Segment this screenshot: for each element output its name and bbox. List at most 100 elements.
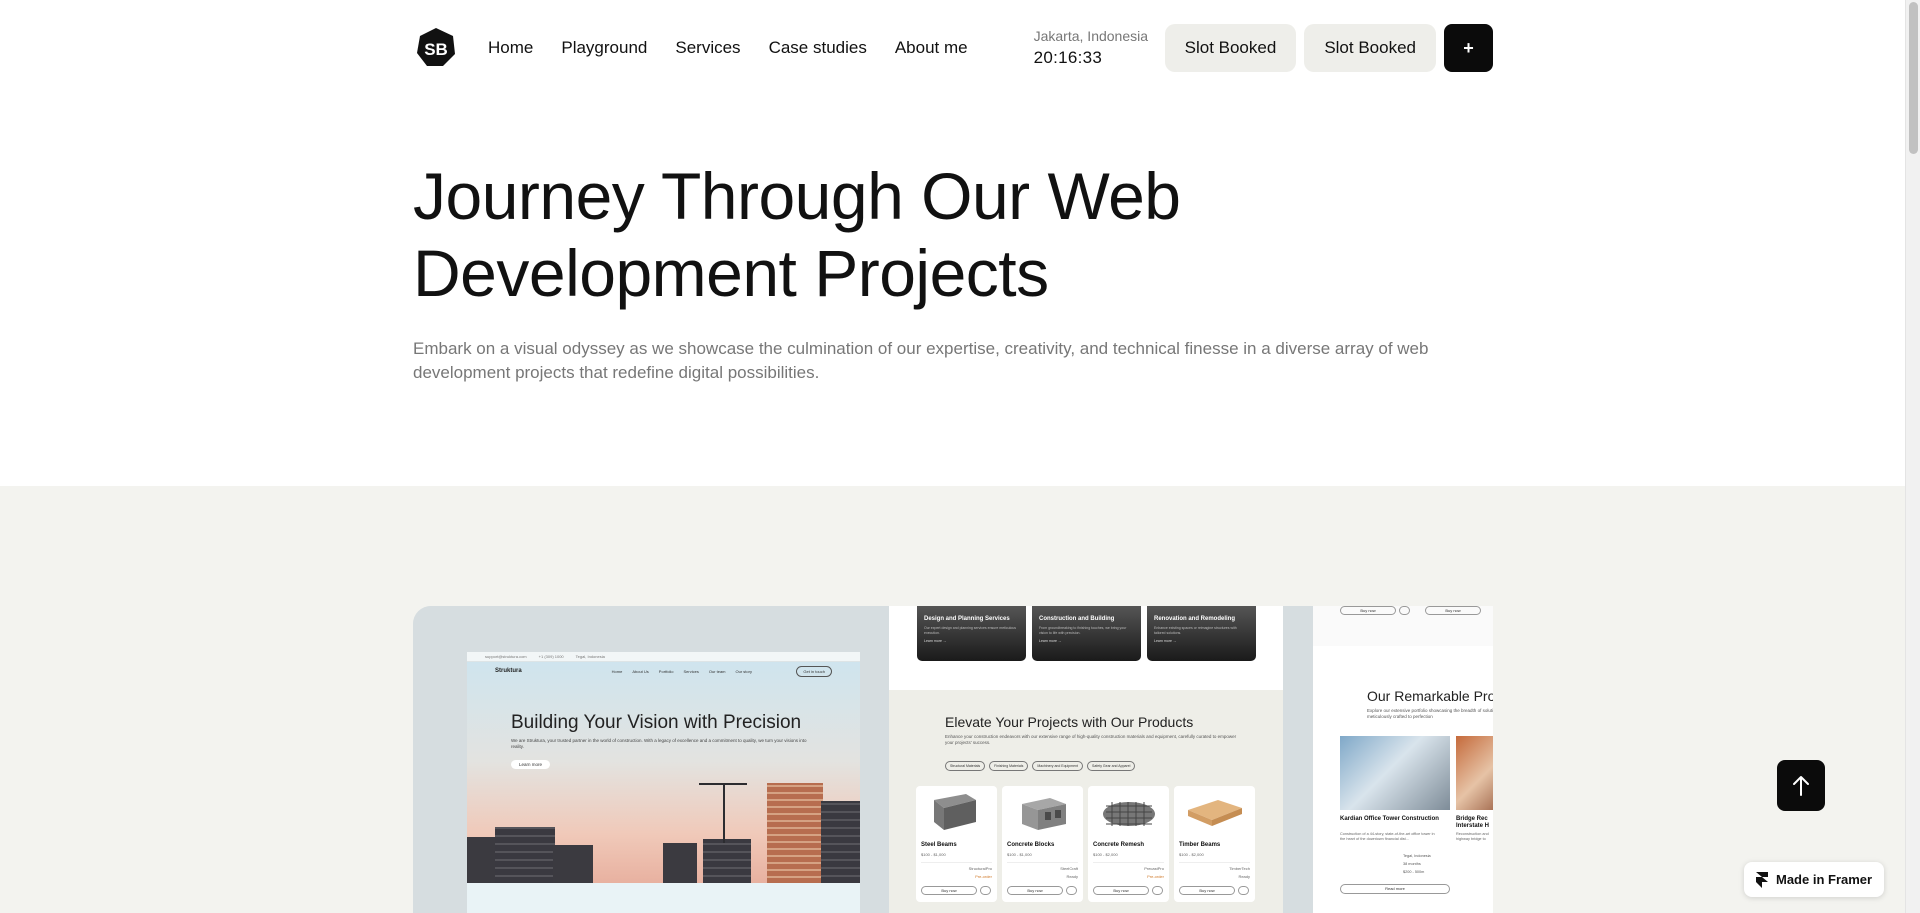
buy-now-button: Buy now	[1093, 886, 1149, 895]
site-preview: support@struktura.com +1 (309) 1000 Tega…	[467, 652, 860, 913]
buy-now-button: Buy now	[1425, 606, 1481, 615]
crane-illustration	[723, 783, 725, 843]
preview-category-chips: Structural Materials Finishing Materials…	[945, 761, 1136, 771]
preview-nav-link: Services	[683, 668, 699, 674]
project-card-struktura-home[interactable]: support@struktura.com +1 (309) 1000 Tega…	[413, 606, 889, 913]
product-card: Concrete Remesh $100 - $2,000 PrecastPro…	[1088, 786, 1169, 902]
crane-illustration	[699, 783, 747, 785]
nav-links: Home Playground Services Case studies Ab…	[488, 38, 996, 58]
product-brand: TimberTech	[1229, 866, 1250, 871]
service-card: Construction and Building From groundbre…	[1032, 606, 1141, 661]
building-illustration	[767, 783, 823, 883]
logo-icon[interactable]: SB	[415, 26, 457, 68]
product-card: Concrete Blocks $100 - $1,000 SteelCraft…	[1002, 786, 1083, 902]
card-gap	[1283, 606, 1313, 913]
clock-location: Jakarta, Indonesia	[1033, 28, 1149, 44]
preview-nav-link: Our story	[735, 668, 752, 674]
project-carousel[interactable]: support@struktura.com +1 (309) 1000 Tega…	[413, 606, 1493, 913]
project-name: Kardian Office Tower Construction	[1340, 816, 1439, 822]
preview-text: We are Struktura, your trusted partner i…	[511, 738, 807, 749]
product-card: Timber Beams $100 - $2,000 TimberTech Re…	[1174, 786, 1255, 902]
preview-portfolio-subtitle: Explore our extensive portfolio showcasi…	[1367, 708, 1493, 719]
product-name: Steel Beams	[921, 842, 957, 848]
concrete-remesh-icon	[1103, 802, 1155, 826]
project-desc: Reconstruction and highway bridge to	[1456, 832, 1489, 841]
product-status: Pre-order	[1147, 874, 1164, 879]
divider	[1093, 862, 1164, 863]
product-brand: SteelCraft	[1060, 866, 1078, 871]
scrollbar-thumb[interactable]	[1909, 2, 1918, 154]
building-illustration	[821, 801, 860, 883]
project-name: Bridge Rec Interstate H	[1456, 816, 1490, 829]
preview-product-grid: Steel Beams $100 - $1,000 StructuralPro …	[916, 786, 1255, 902]
preview-heading: Building Your Vision with Precision	[511, 712, 802, 733]
category-chip: Machinery and Equipment	[1032, 761, 1084, 771]
nav-link-services[interactable]: Services	[675, 38, 740, 58]
office-tower-image	[1340, 736, 1450, 810]
service-desc: Our expert design and planning services …	[924, 626, 1017, 635]
bridge-image	[1456, 736, 1493, 810]
divider	[1007, 862, 1078, 863]
preview-brand: Struktura	[495, 668, 522, 674]
plus-button[interactable]: +	[1444, 24, 1493, 72]
product-price: $100 - $2,000	[1179, 852, 1204, 857]
cart-icon	[1399, 606, 1410, 615]
preview-hero: Struktura Home About Us Portfolio Servic…	[467, 662, 860, 883]
made-in-framer-badge[interactable]: Made in Framer	[1744, 862, 1884, 897]
project-showcase: support@struktura.com +1 (309) 1000 Tega…	[0, 486, 1905, 913]
nav-link-case-studies[interactable]: Case studies	[769, 38, 867, 58]
preview-button: Learn more	[511, 760, 551, 769]
nav-link-playground[interactable]: Playground	[561, 38, 647, 58]
nav-buttons: Slot Booked Slot Booked +	[1164, 24, 1493, 72]
read-more-button: Read more	[1340, 884, 1450, 894]
buy-now-button: Buy now	[921, 886, 977, 895]
project-location: Tegal, Indonesia	[1403, 854, 1431, 858]
nav-link-about-me[interactable]: About me	[895, 38, 968, 58]
preview-topbar-email: support@struktura.com	[485, 654, 527, 659]
service-link: Learn more →	[924, 639, 947, 643]
cart-icon	[1238, 886, 1249, 895]
top-nav: SB Home Playground Services Case studies…	[413, 0, 1493, 96]
buy-now-button: Buy now	[1340, 606, 1396, 615]
service-link: Learn more →	[1154, 639, 1177, 643]
slot-booked-button-2[interactable]: Slot Booked	[1304, 24, 1436, 72]
svg-text:SB: SB	[424, 40, 448, 59]
preview-topbar-phone: +1 (309) 1000	[538, 654, 564, 659]
preview-nav-link: Our team	[708, 668, 726, 674]
local-clock: Jakarta, Indonesia 20:16:33	[1034, 28, 1148, 68]
nav-link-home[interactable]: Home	[488, 38, 533, 58]
service-link: Learn more →	[1039, 639, 1062, 643]
clock-time: 20:16:33	[1033, 48, 1103, 67]
cart-icon	[980, 886, 991, 895]
product-name: Concrete Remesh	[1093, 842, 1145, 848]
product-brand: PrecastPro	[1144, 866, 1164, 871]
building-illustration	[495, 827, 555, 883]
concrete-block-icon	[1022, 798, 1066, 830]
preview-products-subtitle: Enhance your construction endeavors with…	[945, 734, 1237, 745]
cart-icon	[1152, 886, 1163, 895]
page-scrollbar[interactable]	[1905, 0, 1920, 913]
project-card-struktura-portfolio[interactable]: Buy now Buy now Our Remarkable Pro Explo…	[1313, 606, 1493, 913]
product-price: $100 - $1,000	[921, 852, 946, 857]
product-name: Timber Beams	[1179, 842, 1221, 848]
category-chip: Finishing Materials	[989, 761, 1029, 771]
preview-topbar: support@struktura.com +1 (309) 1000 Tega…	[467, 652, 860, 662]
buy-now-button: Buy now	[1179, 886, 1235, 895]
preview-nav-link: Portfolio	[658, 668, 674, 674]
project-card-struktura-products[interactable]: Design and Planning Services Our expert …	[889, 606, 1283, 913]
back-to-top-button[interactable]	[1777, 760, 1825, 811]
product-status: Ready	[1238, 874, 1250, 879]
service-title: Design and Planning Services	[924, 616, 1010, 622]
steel-beam-icon	[934, 794, 976, 830]
building-illustration	[703, 839, 751, 883]
building-illustration	[553, 845, 593, 883]
service-title: Construction and Building	[1039, 616, 1115, 622]
slot-booked-button-1[interactable]: Slot Booked	[1164, 24, 1297, 72]
category-chip: Safety Gear and Apparel	[1087, 761, 1136, 771]
preview-services: Design and Planning Services Our expert …	[917, 606, 1256, 661]
product-name: Concrete Blocks	[1007, 842, 1055, 848]
divider	[1179, 862, 1250, 863]
service-card: Design and Planning Services Our expert …	[917, 606, 1026, 661]
service-desc: Enhance existing spaces or reimagine str…	[1154, 626, 1237, 635]
service-card: Renovation and Remodeling Enhance existi…	[1147, 606, 1256, 661]
